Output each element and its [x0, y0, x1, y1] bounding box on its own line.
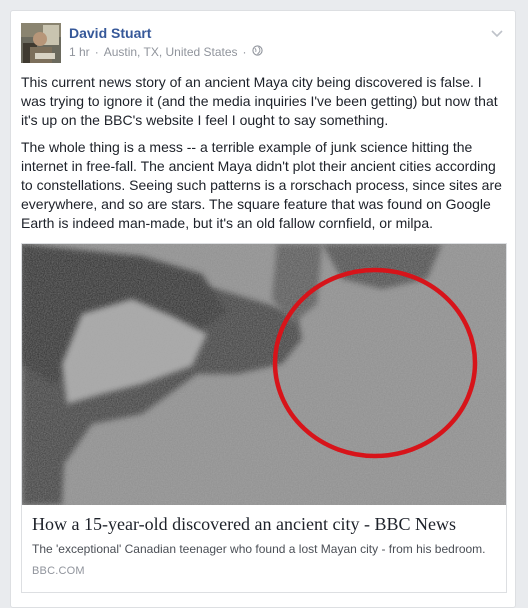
post-time[interactable]: 1 hr — [69, 45, 90, 59]
post-paragraph-2: The whole thing is a mess -- a terrible … — [21, 139, 502, 231]
post-location[interactable]: Austin, TX, United States — [104, 45, 238, 59]
avatar[interactable] — [21, 23, 61, 63]
post-card: David Stuart 1 hr · Austin, TX, United S… — [10, 10, 516, 608]
link-preview[interactable]: How a 15-year-old discovered an ancient … — [21, 243, 507, 593]
link-image[interactable] — [22, 244, 506, 505]
post-text: This current news story of an ancient Ma… — [21, 73, 507, 241]
globe-icon[interactable] — [251, 45, 263, 59]
chevron-down-icon[interactable] — [489, 25, 505, 41]
link-title[interactable]: How a 15-year-old discovered an ancient … — [32, 513, 496, 535]
link-description: The 'exceptional' Canadian teenager who … — [32, 542, 486, 556]
meta-separator: · — [94, 45, 99, 59]
link-domain: BBC.COM — [32, 565, 85, 577]
post-meta: 1 hr · Austin, TX, United States · — [69, 45, 263, 59]
meta-separator-2: · — [242, 45, 247, 59]
author-name[interactable]: David Stuart — [69, 25, 151, 41]
post-paragraph-1: This current news story of an ancient Ma… — [21, 74, 498, 128]
